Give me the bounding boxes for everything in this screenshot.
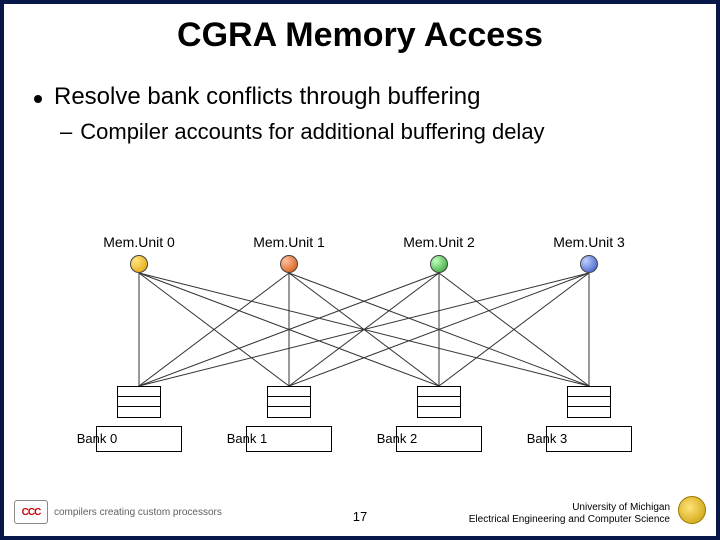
buffer-row <box>418 407 460 417</box>
bullet-2-text: Compiler accounts for additional bufferi… <box>80 119 544 145</box>
affiliation-line-1: University of Michigan <box>469 502 670 514</box>
page-number: 17 <box>353 509 367 524</box>
affiliation-line-2: Electrical Engineering and Computer Scie… <box>469 514 670 526</box>
bank-label: Bank 3 <box>504 431 590 446</box>
slide-body: Resolve bank conflicts through buffering… <box>28 83 692 145</box>
slide-frame: CGRA Memory Access Resolve bank conflict… <box>0 0 720 540</box>
crossbar-link <box>439 273 589 386</box>
buffer-row <box>418 397 460 407</box>
crossbar-link <box>139 273 589 386</box>
logo-text: compilers creating custom processors <box>54 507 222 518</box>
bank-box: Bank 1 <box>246 426 332 452</box>
university-seal-icon <box>678 496 706 524</box>
crossbar-link <box>289 273 439 386</box>
crossbar-link <box>139 273 439 386</box>
bullet-dot-icon <box>34 95 42 103</box>
slide-title: CGRA Memory Access <box>4 16 716 55</box>
buffer-row <box>268 397 310 407</box>
mem-unit-node-icon <box>280 255 298 273</box>
buffer-stack <box>417 386 461 418</box>
bullet-level-1: Resolve bank conflicts through buffering <box>28 83 692 111</box>
buffer-stack <box>567 386 611 418</box>
bank-box: Bank 2 <box>396 426 482 452</box>
logo-badge-icon: CCC <box>14 500 48 524</box>
buffer-row <box>118 397 160 407</box>
mem-unit-label: Mem.Unit 0 <box>94 234 184 250</box>
buffer-row <box>268 407 310 417</box>
buffer-row <box>568 387 610 397</box>
crossbar-link <box>139 273 589 386</box>
buffer-row <box>268 387 310 397</box>
bank-box: Bank 0 <box>96 426 182 452</box>
mem-unit-node-icon <box>130 255 148 273</box>
mem-unit-label: Mem.Unit 2 <box>394 234 484 250</box>
mem-unit-label: Mem.Unit 1 <box>244 234 334 250</box>
buffer-row <box>568 397 610 407</box>
crossbar-link <box>139 273 439 386</box>
crossbar-link <box>139 273 289 386</box>
buffer-row <box>568 407 610 417</box>
crossbar-link <box>139 273 289 386</box>
crossbar-link <box>289 273 589 386</box>
footer-logo: CCC compilers creating custom processors <box>14 500 222 524</box>
affiliation: University of Michigan Electrical Engine… <box>469 502 670 526</box>
bullet-level-2: – Compiler accounts for additional buffe… <box>60 119 692 145</box>
mem-unit-label: Mem.Unit 3 <box>544 234 634 250</box>
buffer-stack <box>117 386 161 418</box>
buffer-row <box>118 407 160 417</box>
crossbar-link <box>439 273 589 386</box>
bullet-dash-icon: – <box>60 119 72 145</box>
bank-label: Bank 0 <box>54 431 140 446</box>
bank-box: Bank 3 <box>546 426 632 452</box>
bullet-1-text: Resolve bank conflicts through buffering <box>54 83 480 111</box>
mem-unit-node-icon <box>580 255 598 273</box>
buffer-stack <box>267 386 311 418</box>
memory-diagram: Mem.Unit 0 Mem.Unit 1 Mem.Unit 2 Mem.Unit 3… <box>74 234 654 464</box>
crossbar-link <box>289 273 589 386</box>
mem-unit-node-icon <box>430 255 448 273</box>
footer: CCC compilers creating custom processors… <box>4 494 716 530</box>
bank-label: Bank 2 <box>354 431 440 446</box>
crossbar-link <box>289 273 439 386</box>
buffer-row <box>118 387 160 397</box>
buffer-row <box>418 387 460 397</box>
bank-label: Bank 1 <box>204 431 290 446</box>
